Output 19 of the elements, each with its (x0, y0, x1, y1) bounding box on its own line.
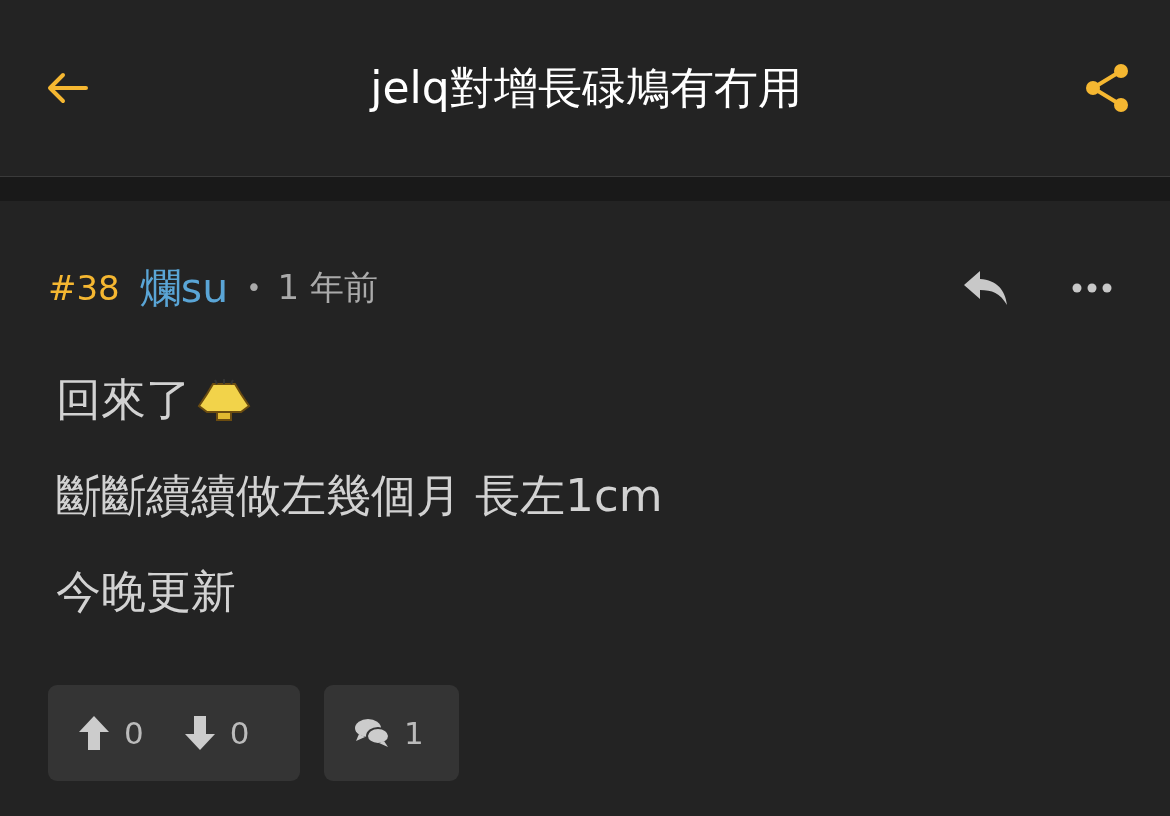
more-icon[interactable] (1072, 283, 1112, 293)
post-text: 今晚更新 (56, 564, 236, 620)
post-number: #38 (48, 268, 120, 308)
downvote-count: 0 (229, 715, 250, 751)
post-text: 斷斷續續做左幾個月 長左1cm (56, 468, 663, 524)
share-icon[interactable] (1084, 63, 1130, 113)
post-time: 1 年前 (277, 266, 378, 309)
post-text: 回來了 (56, 372, 191, 428)
back-icon[interactable] (46, 72, 88, 104)
downvote-icon[interactable] (183, 715, 216, 751)
upvote-count: 0 (124, 715, 144, 751)
reply-icon[interactable] (962, 269, 1010, 307)
comment-button[interactable]: 1 (324, 685, 459, 781)
comment-count: 1 (404, 715, 424, 751)
speech-bubbles-icon (354, 717, 390, 749)
username-link[interactable]: 爛su (139, 260, 229, 316)
separator-dot: • (246, 273, 262, 303)
page-title: jelq對增長碌鳩有冇用 (370, 60, 802, 115)
upvote-icon[interactable] (78, 715, 110, 751)
